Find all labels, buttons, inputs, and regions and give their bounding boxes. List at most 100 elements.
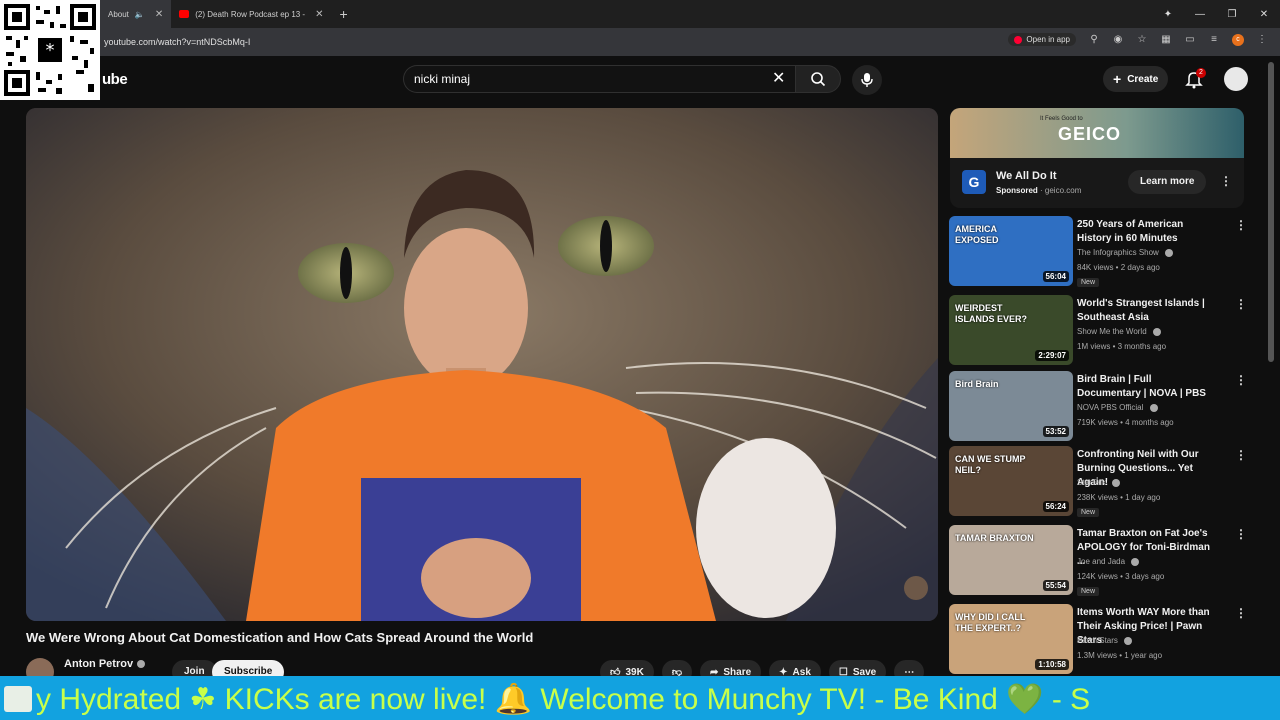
advertiser-logo[interactable]: G	[962, 170, 986, 194]
recommended-meta: 1.3M views • 1 year ago	[1077, 651, 1163, 660]
browser-menu-icon[interactable]: ⋮	[1256, 34, 1268, 46]
ad-title[interactable]: We All Do It	[996, 170, 1057, 182]
profile-avatar[interactable]: c	[1232, 33, 1244, 46]
video-thumbnail[interactable]: Bird Brain 53:52	[949, 371, 1073, 441]
video-thumbnail[interactable]: CAN WE STUMP NEIL? 56:24	[949, 446, 1073, 516]
recommended-channel-container[interactable]: NOVA PBS Official	[1077, 403, 1158, 412]
account-avatar[interactable]	[1224, 67, 1248, 91]
recommended-video[interactable]: AMERICA EXPOSED 56:04 250 Years of Ameri…	[949, 216, 1247, 288]
recommended-video[interactable]: WHY DID I CALL THE EXPERT..? 1:10:58 Ite…	[949, 604, 1247, 676]
video-menu-icon[interactable]: ⋮	[1235, 527, 1247, 541]
page-scrollbar[interactable]	[1268, 62, 1274, 362]
close-tab-icon[interactable]: ✕	[155, 9, 163, 20]
recommended-channel-container[interactable]: Show Me the World	[1077, 327, 1161, 336]
youtube-favicon-icon	[179, 10, 190, 18]
recommended-channel[interactable]: NOVA PBS Official	[1077, 403, 1143, 412]
close-window-icon[interactable]: ✕	[1248, 9, 1280, 20]
channel-name[interactable]: Anton Petrov	[64, 658, 133, 670]
create-button[interactable]: + Create	[1103, 66, 1169, 92]
create-label: Create	[1127, 73, 1159, 85]
search-input[interactable]	[414, 72, 754, 86]
thumbnail-text: AMERICA EXPOSED	[955, 224, 999, 245]
recommended-channel-container[interactable]: Pawn Stars	[1077, 636, 1133, 645]
recommended-channel[interactable]: StarTalk	[1077, 478, 1106, 487]
ad-banner-image[interactable]: It Feels Good to GEICO	[950, 108, 1244, 158]
recommended-video[interactable]: WEIRDEST ISLANDS EVER? 2:29:07 World's S…	[949, 295, 1247, 367]
window-controls: ✦ — ❐ ✕	[1152, 0, 1280, 28]
close-tab-icon[interactable]: ✕	[315, 9, 323, 20]
new-badge: New	[1077, 508, 1100, 517]
recommended-channel-container[interactable]: Joe and Jada	[1077, 557, 1140, 566]
clear-search-icon[interactable]: ✕	[772, 68, 785, 88]
bookmark-star-icon[interactable]: ☆	[1136, 34, 1148, 46]
channel-name-container[interactable]: Anton Petrov	[64, 658, 146, 670]
zoom-icon[interactable]: ⚲	[1088, 34, 1100, 46]
video-thumbnail[interactable]: TAMAR BRAXTON 55:54	[949, 525, 1073, 595]
recommended-meta: 719K views • 4 months ago	[1077, 418, 1174, 427]
recommended-channel-container[interactable]: StarTalk	[1077, 478, 1121, 487]
recommended-channel[interactable]: Show Me the World	[1077, 327, 1147, 336]
recommended-channel[interactable]: Joe and Jada	[1077, 557, 1125, 566]
video-menu-icon[interactable]: ⋮	[1235, 606, 1247, 620]
recommended-title[interactable]: Bird Brain | Full Documentary | NOVA | P…	[1077, 373, 1217, 401]
tab-about[interactable]: About 🔈 ✕	[100, 0, 172, 28]
video-menu-icon[interactable]: ⋮	[1235, 218, 1247, 232]
recommended-channel[interactable]: The Infographics Show	[1077, 248, 1159, 257]
youtube-logo[interactable]: ube	[102, 71, 128, 88]
recommended-video[interactable]: CAN WE STUMP NEIL? 56:24 Confronting Nei…	[949, 446, 1247, 518]
channel-watermark-icon	[904, 576, 928, 600]
browser-tab-bar: About 🔈 ✕ (2) Death Row Podcast ep 13 - …	[0, 0, 1280, 28]
search-box[interactable]	[403, 65, 795, 93]
eye-off-icon[interactable]: ◉	[1112, 34, 1124, 46]
ad-banner-brand: GEICO	[1058, 124, 1122, 144]
video-duration: 56:04	[1042, 271, 1069, 282]
ad-banner-tagline: It Feels Good to	[1040, 116, 1083, 122]
recommended-meta: 238K views • 1 day ago	[1077, 493, 1161, 502]
recommended-video[interactable]: TAMAR BRAXTON 55:54 Tamar Braxton on Fat…	[949, 525, 1247, 597]
search-icon	[811, 72, 826, 87]
video-thumbnail[interactable]: WEIRDEST ISLANDS EVER? 2:29:07	[949, 295, 1073, 365]
video-thumbnail[interactable]: WHY DID I CALL THE EXPERT..? 1:10:58	[949, 604, 1073, 674]
learn-more-button[interactable]: Learn more	[1128, 170, 1207, 194]
thumbnail-text: CAN WE STUMP NEIL?	[955, 454, 1026, 475]
video-duration: 2:29:07	[1035, 350, 1069, 361]
recommended-channel-container[interactable]: The Infographics Show	[1077, 248, 1174, 257]
tab-death-row-podcast[interactable]: (2) Death Row Podcast ep 13 - ✕	[171, 0, 331, 28]
plus-icon: +	[1113, 71, 1122, 87]
reading-list-icon[interactable]: ≡	[1208, 34, 1220, 46]
recommended-title[interactable]: World's Strangest Islands | Southeast As…	[1077, 297, 1217, 325]
video-duration: 53:52	[1042, 426, 1069, 437]
speaker-icon[interactable]: 🔈	[135, 10, 145, 19]
open-in-app-button[interactable]: Open in app	[1008, 33, 1076, 46]
verified-icon	[1152, 327, 1161, 336]
extensions-icon[interactable]: ▦	[1160, 34, 1172, 46]
maximize-icon[interactable]: ❐	[1216, 9, 1248, 20]
youtube-icon	[1014, 35, 1023, 44]
recommended-meta: 1M views • 3 months ago	[1077, 342, 1167, 351]
video-duration: 56:24	[1042, 501, 1069, 512]
verified-icon	[1131, 557, 1140, 566]
verified-icon	[1112, 478, 1121, 487]
minimize-icon[interactable]: —	[1184, 9, 1216, 20]
sponsored-ad-card[interactable]: It Feels Good to GEICO G We All Do It Sp…	[950, 108, 1244, 208]
recommended-title[interactable]: 250 Years of American History in 60 Minu…	[1077, 218, 1217, 246]
video-player[interactable]	[26, 108, 938, 621]
sparkle-icon[interactable]: ✦	[1152, 9, 1184, 20]
ad-domain: · geico.com	[1040, 186, 1082, 195]
video-duration: 1:10:58	[1035, 659, 1069, 670]
cast-icon[interactable]: ▭	[1184, 34, 1196, 46]
video-thumbnail[interactable]: AMERICA EXPOSED 56:04	[949, 216, 1073, 286]
video-menu-icon[interactable]: ⋮	[1235, 373, 1247, 387]
youtube-header: ube ✕ + Create 2	[0, 56, 1280, 104]
verified-icon	[1149, 403, 1158, 412]
search-button[interactable]	[795, 65, 841, 93]
video-menu-icon[interactable]: ⋮	[1235, 448, 1247, 462]
new-tab-icon[interactable]: +	[332, 6, 356, 22]
recommended-channel[interactable]: Pawn Stars	[1077, 636, 1118, 645]
url-field[interactable]: youtube.com/watch?v=ntNDScbMq-I	[104, 37, 250, 47]
thumbnail-text: TAMAR BRAXTON	[955, 533, 1034, 543]
video-menu-icon[interactable]: ⋮	[1235, 297, 1247, 311]
voice-search-button[interactable]	[852, 65, 882, 95]
ad-menu-icon[interactable]: ⋮	[1220, 174, 1232, 188]
recommended-video[interactable]: Bird Brain 53:52 Bird Brain | Full Docum…	[949, 371, 1247, 443]
